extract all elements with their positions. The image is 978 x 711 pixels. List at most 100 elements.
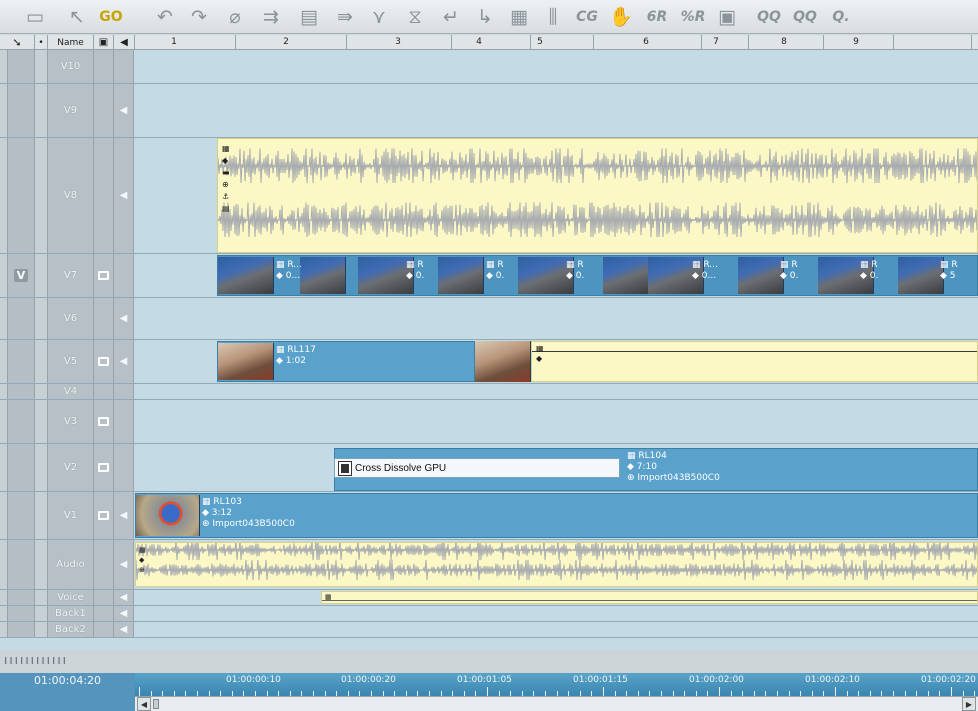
track-select-cell[interactable]	[8, 50, 35, 83]
track-dot-cell[interactable]	[35, 590, 48, 605]
cg-icon[interactable]: CG	[572, 4, 602, 30]
track-monitor-toggle[interactable]	[94, 50, 114, 83]
track-monitor-toggle[interactable]	[94, 298, 114, 339]
track-dot-cell[interactable]	[35, 298, 48, 339]
track-lane[interactable]	[135, 606, 978, 621]
track-dot-cell[interactable]	[35, 138, 48, 253]
track-monitor-toggle[interactable]	[94, 540, 114, 589]
track-monitor-toggle[interactable]	[94, 444, 114, 491]
track-arrow-cell[interactable]	[0, 298, 8, 339]
track-select-cell[interactable]	[8, 444, 35, 491]
track-name[interactable]: V3	[48, 400, 94, 443]
track-lane[interactable]	[135, 298, 978, 339]
lift-icon[interactable]: ▤	[294, 4, 324, 30]
track-lane[interactable]: ▦ RL104 ◆ 7:10 ⊕ Import043B500C0 Cross Diss…	[135, 444, 978, 491]
track-name[interactable]: Back2	[48, 622, 94, 637]
track-monitor-toggle[interactable]	[94, 340, 114, 383]
clip-voice[interactable]: ▦	[321, 591, 978, 604]
track-arrow-cell[interactable]	[0, 384, 8, 399]
track-monitor-toggle[interactable]	[94, 622, 114, 637]
track-dot-cell[interactable]	[35, 50, 48, 83]
horizontal-scrollbar[interactable]: ◀ ▶	[135, 696, 978, 711]
track-name[interactable]: V10	[48, 50, 94, 83]
track-lane[interactable]	[135, 622, 978, 637]
grid-icon[interactable]: ▦	[504, 4, 534, 30]
render-icon[interactable]: 6R	[642, 4, 672, 30]
track-arrow-cell[interactable]	[0, 606, 8, 621]
record-icon[interactable]: QQ	[754, 4, 784, 30]
track-name[interactable]: Audio	[48, 540, 94, 589]
redo-icon[interactable]: ↷	[184, 4, 214, 30]
track-name[interactable]: V8	[48, 138, 94, 253]
track-lane[interactable]	[135, 400, 978, 443]
track-arrow-cell[interactable]	[0, 50, 8, 83]
dot-column[interactable]: •	[35, 35, 48, 50]
track-name[interactable]: V2	[48, 444, 94, 491]
track-arrow-cell[interactable]	[0, 400, 8, 443]
track-arrow-cell[interactable]	[0, 444, 8, 491]
track-monitor-toggle[interactable]	[94, 384, 114, 399]
track-audio-toggle[interactable]: ◀	[114, 492, 134, 539]
track-select-cell[interactable]	[8, 606, 35, 621]
track-dot-cell[interactable]	[35, 254, 48, 297]
track-audio-toggle[interactable]: ◀	[114, 84, 134, 137]
track-monitor-toggle[interactable]	[94, 254, 114, 297]
track-arrow-cell[interactable]	[0, 622, 8, 637]
track-audio-toggle[interactable]	[114, 254, 134, 297]
track-dot-cell[interactable]	[35, 540, 48, 589]
track-select-cell[interactable]	[8, 84, 35, 137]
undo-icon[interactable]: ↶	[150, 4, 180, 30]
clip-rl103[interactable]: ▦ RL103 ◆ 3:12 ⊕ Import043B500C0	[135, 493, 978, 538]
record-all-icon[interactable]: QQ	[790, 4, 820, 30]
track-select-cell[interactable]: V	[8, 254, 35, 297]
extract-icon[interactable]: ⇛	[330, 4, 360, 30]
track-dot-cell[interactable]	[35, 400, 48, 443]
box-icon[interactable]: ▣	[712, 4, 742, 30]
track-select-cell[interactable]	[8, 298, 35, 339]
track-dot-cell[interactable]	[35, 492, 48, 539]
pointer-icon[interactable]: ↖	[62, 4, 92, 30]
track-audio-toggle[interactable]	[114, 444, 134, 491]
track-lane[interactable]: ▦ ◆ ▬ ⊕ ⚓ ▤	[135, 138, 978, 253]
track-audio-toggle[interactable]	[114, 384, 134, 399]
ripple-icon[interactable]: ⇉	[256, 4, 286, 30]
render-all-icon[interactable]: %R	[678, 4, 708, 30]
track-audio-toggle[interactable]: ◀	[114, 622, 134, 637]
track-arrow-cell[interactable]	[0, 84, 8, 137]
clip-audio-v5[interactable]: ▦ ◆	[531, 341, 978, 382]
track-lane[interactable]: ▦ ◆ ⊕	[135, 540, 978, 589]
track-select-cell[interactable]	[8, 540, 35, 589]
hand-icon[interactable]: ✋	[606, 4, 636, 30]
track-audio-toggle[interactable]: ◀	[114, 540, 134, 589]
timecode-display[interactable]: 01:00:04:20	[0, 673, 135, 688]
track-arrow-cell[interactable]	[0, 540, 8, 589]
razor-icon[interactable]: ⌀	[220, 4, 250, 30]
monitor-column-header[interactable]: ▣	[94, 35, 114, 50]
track-audio-toggle[interactable]: ◀	[114, 590, 134, 605]
track-audio-toggle[interactable]: ◀	[114, 138, 134, 253]
track-monitor-toggle[interactable]	[94, 590, 114, 605]
bin-icon[interactable]: ▭	[20, 4, 50, 30]
track-audio-toggle[interactable]: ◀	[114, 340, 134, 383]
track-select-cell[interactable]	[8, 492, 35, 539]
track-name[interactable]: Voice	[48, 590, 94, 605]
mixer-icon[interactable]: ⫼	[538, 4, 568, 30]
track-name[interactable]: V1	[48, 492, 94, 539]
filter-icon[interactable]: ⋎	[364, 4, 394, 30]
scroll-right-button[interactable]: ▶	[962, 697, 976, 711]
track-monitor-toggle[interactable]	[94, 138, 114, 253]
scroll-thumb[interactable]	[153, 699, 159, 709]
track-dot-cell[interactable]	[35, 84, 48, 137]
track-dot-cell[interactable]	[35, 444, 48, 491]
out-point-icon[interactable]: ↳	[470, 4, 500, 30]
track-dot-cell[interactable]	[35, 606, 48, 621]
more-icon[interactable]: Q.	[826, 4, 856, 30]
track-name[interactable]: V9	[48, 84, 94, 137]
track-select-cell[interactable]	[8, 138, 35, 253]
track-arrow-cell[interactable]	[0, 492, 8, 539]
track-audio-toggle[interactable]: ◀	[114, 298, 134, 339]
track-arrow-cell[interactable]	[0, 590, 8, 605]
in-point-icon[interactable]: ↵	[436, 4, 466, 30]
time-ruler[interactable]: 01:00:00:10 01:00:00:20 01:00:01:05 01:00:0…	[135, 673, 978, 696]
track-monitor-toggle[interactable]	[94, 84, 114, 137]
